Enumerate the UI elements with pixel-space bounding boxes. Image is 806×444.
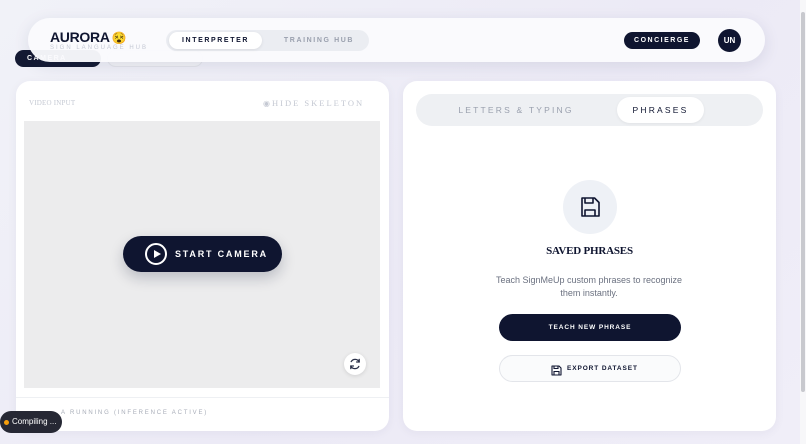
avatar[interactable]: UN: [718, 29, 741, 52]
start-camera-label: START CAMERA: [175, 249, 268, 259]
logo[interactable]: AURORA 😵: [50, 29, 127, 45]
teach-new-phrase-button[interactable]: TEACH NEW PHRASE: [499, 314, 681, 341]
tab-training-hub[interactable]: TRAINING HUB: [272, 32, 366, 49]
scrollbar-thumb[interactable]: [801, 12, 805, 392]
logo-emoji-icon: 😵: [111, 31, 127, 45]
mode-tabs: LETTERS & TYPING PHRASES: [416, 94, 763, 126]
tab-interpreter[interactable]: INTERPRETER: [169, 32, 262, 49]
saved-phrases-title: SAVED PHRASES: [546, 245, 633, 257]
concierge-button[interactable]: CONCIERGE: [624, 32, 700, 49]
tab-letters-typing[interactable]: LETTERS & TYPING: [416, 94, 616, 126]
hide-skeleton-toggle[interactable]: ◉ HIDE SKELETON: [263, 98, 364, 108]
main-nav: INTERPRETER TRAINING HUB: [166, 30, 369, 51]
saved-phrases-description: Teach SignMeUp custom phrases to recogni…: [495, 275, 683, 298]
eye-icon: ◉: [263, 99, 270, 108]
status-text: A RUNNING (INFERENCE ACTIVE): [61, 410, 209, 416]
video-input-label: VIDEO INPUT: [29, 99, 76, 107]
tab-phrases[interactable]: PHRASES: [617, 97, 704, 123]
logo-subtitle: SIGN LANGUAGE HUB: [50, 45, 149, 51]
play-icon: [145, 243, 167, 265]
phrases-panel: LETTERS & TYPING PHRASES SAVED PHRASES T…: [403, 81, 776, 431]
status-dot-icon: [4, 420, 9, 425]
top-header: AURORA 😵 SIGN LANGUAGE HUB INTERPRETER TR…: [28, 18, 765, 62]
save-icon: [551, 363, 562, 381]
export-dataset-label: EXPORT DATASET: [567, 365, 638, 372]
video-panel: VIDEO INPUT ◉ HIDE SKELETON START CAMERA …: [16, 81, 389, 431]
export-dataset-button[interactable]: EXPORT DATASET: [499, 355, 681, 382]
compiling-toast: Compiling ...: [0, 411, 62, 433]
logo-text: AURORA: [50, 29, 110, 45]
refresh-icon[interactable]: [344, 353, 366, 375]
video-feed-area: START CAMERA: [24, 121, 380, 388]
divider: [16, 397, 389, 398]
hide-skeleton-label: HIDE SKELETON: [271, 98, 365, 108]
save-icon: [563, 180, 617, 234]
start-camera-button[interactable]: START CAMERA: [123, 236, 282, 272]
toast-label: Compiling ...: [12, 417, 57, 426]
